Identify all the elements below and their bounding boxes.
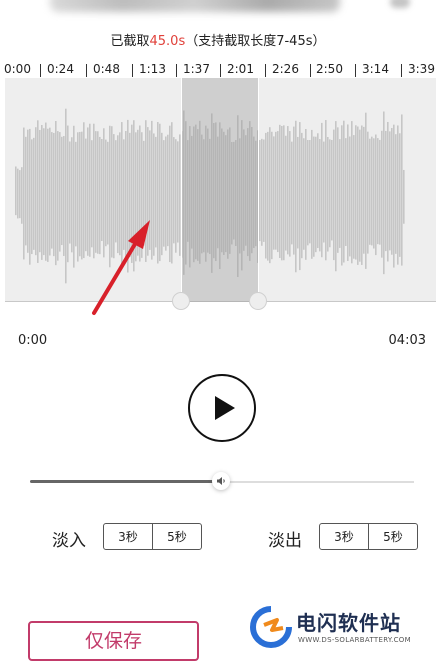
lightning-logo-icon: [250, 606, 292, 648]
fade-in-3s[interactable]: 3秒: [104, 524, 152, 549]
speaker-icon: [217, 477, 225, 485]
play-button[interactable]: [188, 374, 256, 442]
fade-out-label: 淡出: [268, 531, 302, 551]
save-only-button[interactable]: 仅保存: [28, 621, 199, 661]
annotation-arrow: [92, 220, 150, 315]
watermark-title: 电闪软件站: [296, 611, 401, 635]
fade-out-5s[interactable]: 5秒: [368, 524, 417, 549]
volume-track[interactable]: [216, 481, 414, 483]
play-icon: [215, 396, 235, 420]
volume-slider-knob[interactable]: [212, 472, 230, 490]
fade-in-options: 3秒 5秒: [103, 523, 202, 550]
watermark-subtitle: WWW.DS-SOLARBATTERY.COM: [298, 636, 411, 644]
fade-in-label: 淡入: [52, 531, 86, 551]
fade-out-options: 3秒 5秒: [319, 523, 418, 550]
volume-track-filled: [30, 480, 216, 483]
end-time: 04:03: [388, 333, 426, 348]
fade-out-3s[interactable]: 3秒: [320, 524, 368, 549]
start-time: 0:00: [18, 333, 48, 348]
fade-in-5s[interactable]: 5秒: [152, 524, 201, 549]
